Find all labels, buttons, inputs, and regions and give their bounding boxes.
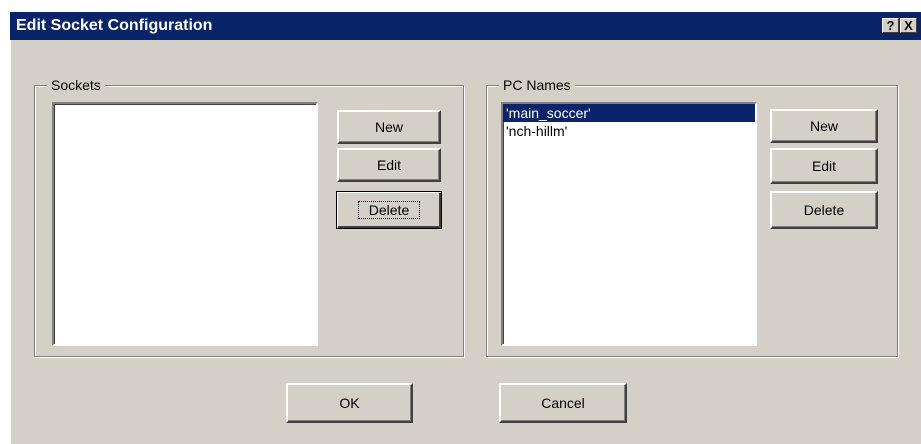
title-bar[interactable]: Edit Socket Configuration ? X bbox=[10, 12, 921, 40]
help-button[interactable]: ? bbox=[882, 18, 899, 33]
pc-names-delete-button[interactable]: Delete bbox=[770, 191, 878, 229]
pc-names-edit-button[interactable]: Edit bbox=[770, 148, 878, 184]
sockets-group-label: Sockets bbox=[47, 77, 105, 93]
sockets-new-button[interactable]: New bbox=[337, 110, 441, 144]
sockets-delete-button[interactable]: Delete bbox=[336, 191, 442, 229]
ok-button[interactable]: OK bbox=[286, 383, 413, 423]
sockets-list[interactable] bbox=[52, 102, 318, 346]
list-item[interactable]: 'nch-hillm' bbox=[503, 122, 755, 140]
sockets-edit-label: Edit bbox=[376, 157, 402, 173]
pc-names-group-label: PC Names bbox=[499, 77, 575, 93]
pc-names-new-button[interactable]: New bbox=[770, 109, 878, 143]
sockets-new-label: New bbox=[374, 119, 403, 135]
list-item[interactable]: 'main_soccer' bbox=[503, 104, 755, 122]
window-title: Edit Socket Configuration bbox=[16, 17, 213, 34]
pc-names-edit-label: Edit bbox=[811, 158, 837, 174]
sockets-edit-button[interactable]: Edit bbox=[337, 148, 441, 182]
pc-names-list[interactable]: 'main_soccer' 'nch-hillm' bbox=[501, 102, 757, 346]
close-icon: X bbox=[904, 18, 913, 33]
cancel-button[interactable]: Cancel bbox=[499, 383, 627, 423]
sockets-delete-label: Delete bbox=[357, 201, 421, 219]
pc-names-new-label: New bbox=[809, 118, 838, 134]
cancel-label: Cancel bbox=[541, 395, 585, 411]
ok-label: OK bbox=[339, 395, 360, 411]
pc-names-delete-label: Delete bbox=[803, 202, 845, 218]
close-button[interactable]: X bbox=[900, 18, 917, 33]
help-icon: ? bbox=[886, 18, 895, 33]
